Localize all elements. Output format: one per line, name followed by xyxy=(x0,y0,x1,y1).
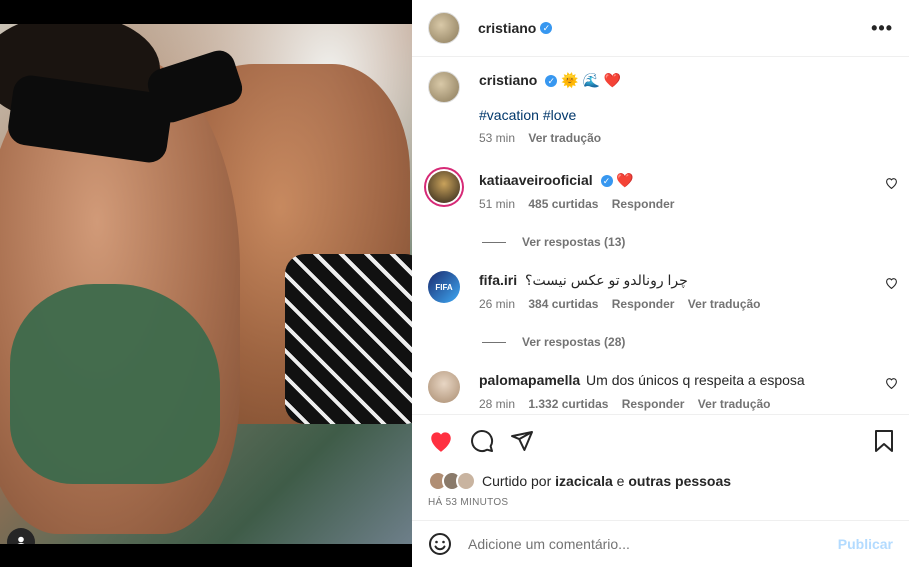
caption-translate-link[interactable]: Ver tradução xyxy=(528,131,601,145)
comment-avatar[interactable] xyxy=(428,371,460,403)
comment-author[interactable]: fifa.iri xyxy=(479,272,517,288)
comment-time: 51 min xyxy=(479,197,516,211)
backdrop-top xyxy=(0,0,412,24)
reply-button[interactable]: Responder xyxy=(612,197,675,211)
comment-author[interactable]: katiaaveirooficial xyxy=(479,172,593,188)
translate-link[interactable]: Ver tradução xyxy=(698,397,771,411)
liked-by-prefix: Curtido por xyxy=(482,473,552,489)
view-replies-link[interactable]: Ver respostas (13) xyxy=(482,235,625,249)
photo-bikini xyxy=(10,284,220,484)
heart-icon[interactable] xyxy=(428,429,454,453)
comment-text: چرا رونالدو تو عکس نیست؟ xyxy=(525,272,688,288)
comment-author[interactable]: palomapamella xyxy=(479,372,580,388)
share-icon[interactable] xyxy=(510,429,534,453)
liked-by-user[interactable]: izacicala xyxy=(555,473,613,489)
comment-avatar[interactable] xyxy=(428,171,460,203)
view-replies-link[interactable]: Ver respostas (28) xyxy=(482,335,625,349)
photo-shorts xyxy=(285,254,412,424)
instagram-post-modal: cristiano ✓ ••• cristiano ✓ 🌞 🌊 ❤️ #vaca… xyxy=(0,0,909,567)
caption-time: 53 min xyxy=(479,131,516,145)
post-side-panel: cristiano ✓ ••• cristiano ✓ 🌞 🌊 ❤️ #vaca… xyxy=(412,0,909,567)
comment-likes[interactable]: 384 curtidas xyxy=(528,297,598,311)
emoji-icon[interactable] xyxy=(428,532,452,556)
add-comment-bar: Adicione um comentário... Publicar xyxy=(412,520,909,567)
author-avatar[interactable] xyxy=(428,12,460,44)
comment-icon[interactable] xyxy=(470,429,494,453)
bookmark-icon[interactable] xyxy=(873,429,895,453)
liker-avatar[interactable] xyxy=(456,471,476,491)
comment-like-heart-icon[interactable] xyxy=(885,277,898,289)
comment-likes[interactable]: 1.332 curtidas xyxy=(528,397,608,411)
post-actions: Curtido por izacicala e outras pessoas H… xyxy=(412,414,909,520)
caption-avatar[interactable] xyxy=(428,71,460,103)
caption-author[interactable]: cristiano xyxy=(479,72,537,88)
publish-button[interactable]: Publicar xyxy=(838,536,893,552)
reply-button[interactable]: Responder xyxy=(622,397,685,411)
backdrop-bottom xyxy=(0,544,412,567)
post-header: cristiano ✓ ••• xyxy=(412,0,909,57)
more-icon[interactable]: ••• xyxy=(871,18,893,39)
verified-icon: ✓ xyxy=(540,22,553,34)
comment-text: ❤️ xyxy=(616,172,634,188)
liked-by-mid: e xyxy=(616,473,625,489)
translate-link[interactable]: Ver tradução xyxy=(688,297,761,311)
verified-icon: ✓ xyxy=(545,75,558,88)
comment-avatar[interactable]: FIFA xyxy=(428,271,460,303)
comment-text: Um dos únicos q respeita a esposa xyxy=(586,372,805,388)
comment-like-heart-icon[interactable] xyxy=(885,177,898,189)
comment-time: 26 min xyxy=(479,297,516,311)
author-username[interactable]: cristiano xyxy=(478,20,536,36)
verified-icon: ✓ xyxy=(600,175,613,188)
post-photo[interactable] xyxy=(0,24,412,544)
reply-button[interactable]: Responder xyxy=(612,297,675,311)
comment-time: 28 min xyxy=(479,397,516,411)
comment-input[interactable]: Adicione um comentário... xyxy=(468,536,838,552)
liked-by: Curtido por izacicala e outras pessoas xyxy=(428,471,731,491)
caption-emojis: 🌞 🌊 ❤️ xyxy=(561,72,622,88)
liked-by-others[interactable]: outras pessoas xyxy=(628,473,731,489)
comments-list[interactable]: cristiano ✓ 🌞 🌊 ❤️ #vacation #love 53 mi… xyxy=(412,57,909,414)
post-timestamp[interactable]: HÁ 53 MINUTOS xyxy=(428,497,508,508)
caption-hashtags[interactable]: #vacation #love xyxy=(479,107,874,123)
comment-likes[interactable]: 485 curtidas xyxy=(528,197,598,211)
comment-like-heart-icon[interactable] xyxy=(885,377,898,389)
